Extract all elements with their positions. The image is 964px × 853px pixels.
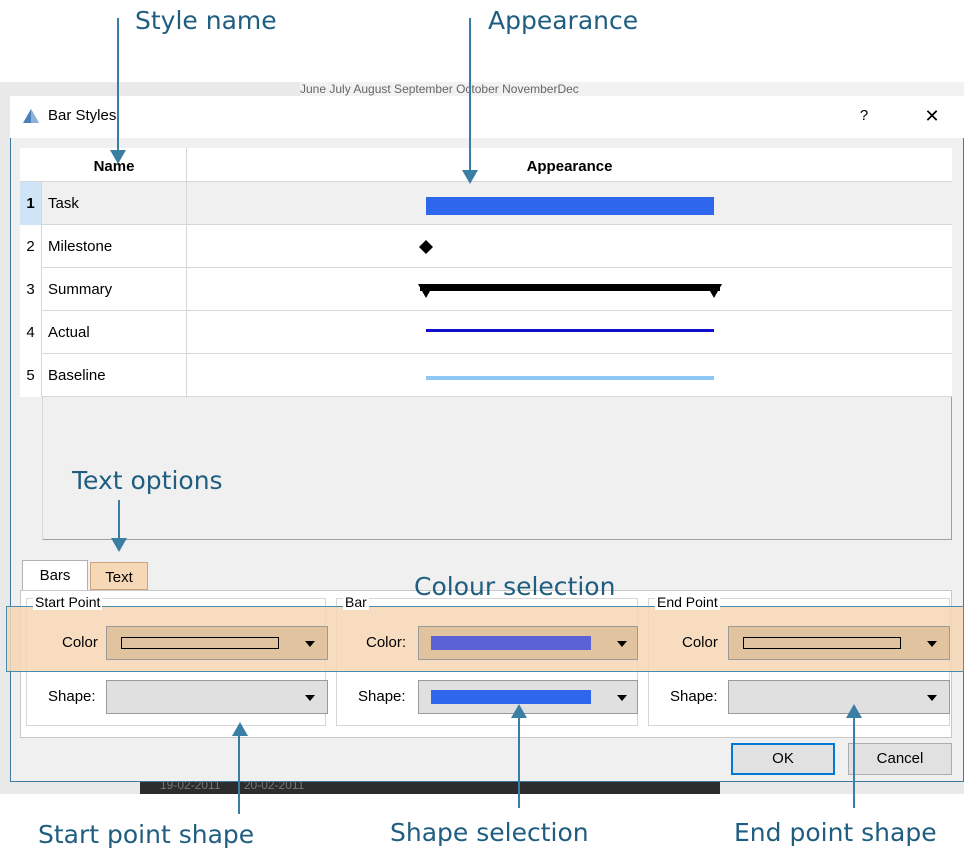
row-header-gutter bbox=[20, 397, 43, 540]
end-shape-label: Shape: bbox=[670, 688, 718, 705]
start-point-shape-dropdown[interactable] bbox=[106, 680, 328, 714]
start-shape-label: Shape: bbox=[48, 688, 96, 705]
arrow-down-icon bbox=[110, 150, 126, 164]
callout-line bbox=[469, 18, 471, 176]
chevron-down-icon bbox=[305, 695, 315, 701]
start-color-dropdown[interactable] bbox=[106, 626, 328, 660]
app-triangle-icon bbox=[23, 109, 39, 123]
actual-line-preview bbox=[426, 329, 714, 332]
row-name: Baseline bbox=[48, 367, 106, 384]
row-name: Task bbox=[48, 195, 79, 212]
ok-button[interactable]: OK bbox=[731, 743, 835, 775]
bar-color-dropdown[interactable] bbox=[418, 626, 638, 660]
shape-swatch bbox=[431, 690, 591, 704]
close-button[interactable]: ✕ bbox=[920, 104, 944, 128]
end-color-dropdown[interactable] bbox=[728, 626, 950, 660]
chevron-down-icon bbox=[927, 641, 937, 647]
callout-line bbox=[853, 716, 855, 808]
summary-bar-preview bbox=[418, 284, 722, 298]
arrow-down-icon bbox=[462, 170, 478, 184]
annotation-appearance: Appearance bbox=[488, 6, 639, 35]
bar-shape-label: Shape: bbox=[358, 688, 406, 705]
column-header-appearance[interactable]: Appearance bbox=[187, 148, 952, 182]
arrow-down-icon bbox=[111, 538, 127, 552]
callout-line bbox=[518, 716, 520, 808]
end-color-label: Color bbox=[682, 634, 718, 651]
annotation-end-point-shape: End point shape bbox=[734, 818, 937, 847]
annotation-colour-selection: Colour selection bbox=[414, 572, 616, 601]
chevron-down-icon bbox=[927, 695, 937, 701]
start-point-label: Start Point bbox=[33, 594, 103, 610]
column-divider bbox=[186, 148, 187, 398]
annotation-shape-selection: Shape selection bbox=[390, 818, 589, 847]
bar-shape-dropdown[interactable] bbox=[418, 680, 638, 714]
bar-color-label: Color: bbox=[366, 634, 407, 651]
row-name: Milestone bbox=[48, 238, 113, 255]
table-row[interactable] bbox=[20, 225, 952, 268]
chevron-down-icon bbox=[617, 695, 627, 701]
chevron-down-icon bbox=[305, 641, 315, 647]
end-point-shape-dropdown[interactable] bbox=[728, 680, 950, 714]
tab-text[interactable]: Text bbox=[90, 562, 148, 590]
annotation-start-point-shape: Start point shape bbox=[38, 820, 255, 849]
chevron-down-icon bbox=[617, 641, 627, 647]
row-number: 1 bbox=[20, 182, 42, 225]
row-number: 2 bbox=[20, 225, 42, 268]
row-name: Summary bbox=[48, 281, 113, 298]
baseline-line-preview bbox=[426, 376, 714, 380]
callout-line bbox=[118, 500, 120, 542]
annotation-text-options: Text options bbox=[72, 466, 223, 495]
row-number: 3 bbox=[20, 268, 42, 311]
milestone-diamond-preview bbox=[419, 240, 433, 254]
row-number: 4 bbox=[20, 311, 42, 354]
color-swatch bbox=[431, 636, 591, 650]
color-swatch bbox=[743, 637, 901, 649]
callout-line bbox=[238, 734, 240, 814]
background-timeline-header: June July August September October Novem… bbox=[300, 82, 964, 97]
cancel-button[interactable]: Cancel bbox=[848, 743, 952, 775]
end-point-label: End Point bbox=[655, 594, 720, 610]
annotation-style-name: Style name bbox=[135, 6, 277, 35]
color-swatch bbox=[121, 637, 279, 649]
bar-group-label: Bar bbox=[343, 594, 369, 610]
task-bar-preview bbox=[426, 197, 714, 215]
callout-line bbox=[117, 18, 119, 158]
row-number: 5 bbox=[20, 354, 42, 397]
dialog-title: Bar Styles bbox=[48, 107, 117, 124]
tab-bars[interactable]: Bars bbox=[22, 560, 88, 590]
table-row[interactable] bbox=[20, 311, 952, 354]
start-color-label: Color bbox=[62, 634, 98, 651]
help-button[interactable]: ? bbox=[852, 104, 876, 128]
row-name: Actual bbox=[48, 324, 90, 341]
dialog-titlebar bbox=[10, 96, 964, 138]
arrow-up-icon bbox=[232, 722, 248, 736]
